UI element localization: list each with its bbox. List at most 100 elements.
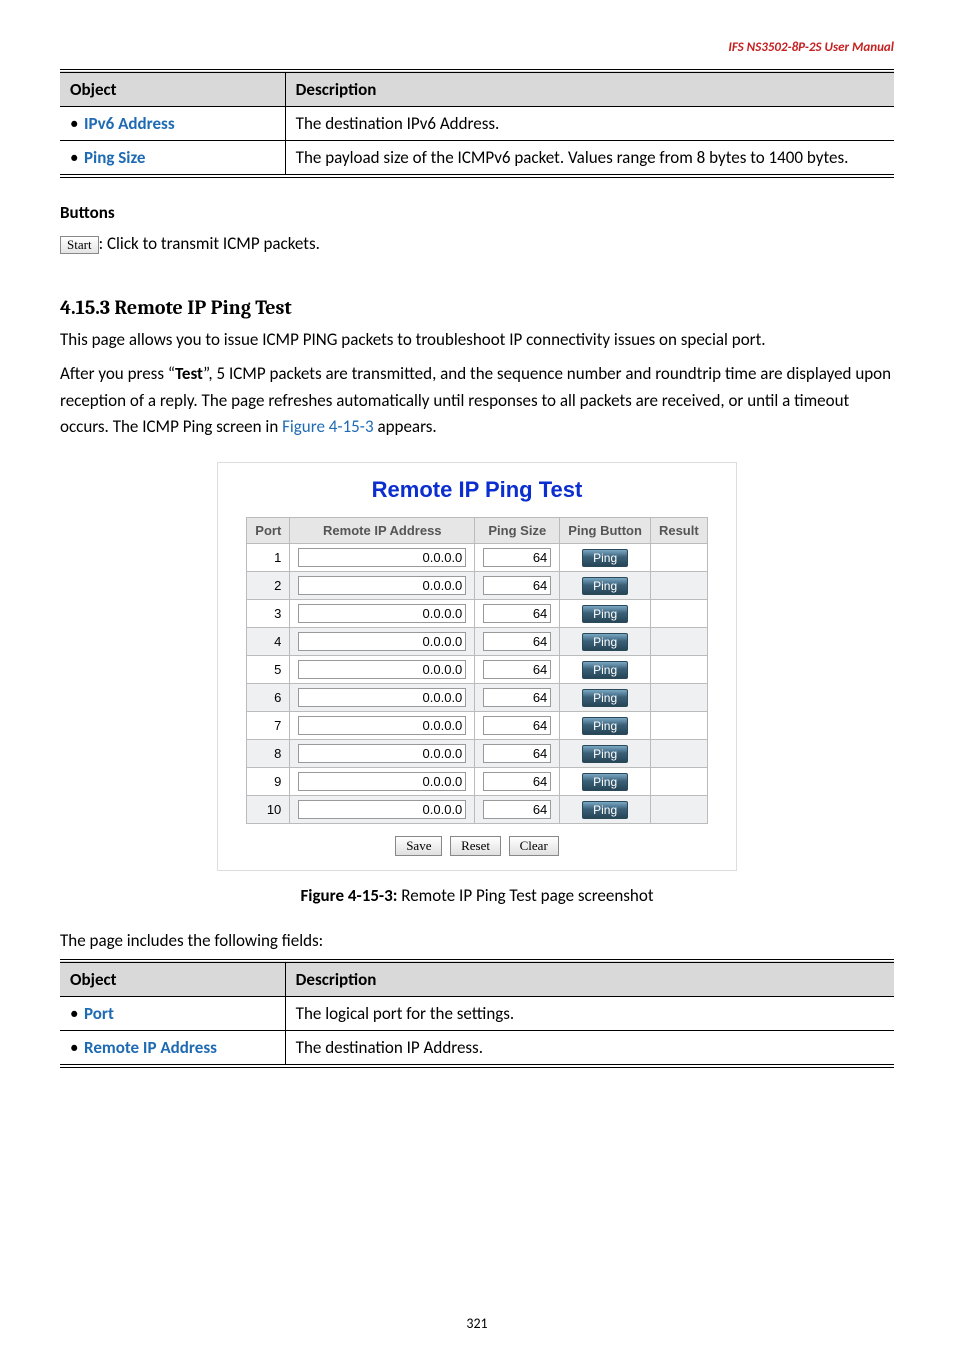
remote-ip-input[interactable]: [298, 716, 466, 735]
ping-size-input[interactable]: [483, 716, 551, 735]
para-1: This page allows you to issue ICMP PING …: [60, 327, 894, 353]
ping-button[interactable]: Ping: [582, 633, 628, 651]
result-cell: [650, 684, 707, 712]
desc-cell: The destination IP Address.: [285, 1030, 894, 1066]
ping-size-input[interactable]: [483, 632, 551, 651]
table-row: 2 Ping: [247, 572, 707, 600]
table-row: •IPv6 Address The destination IPv6 Addre…: [60, 107, 894, 141]
start-desc: : Click to transmit ICMP packets.: [99, 233, 320, 254]
object-desc-table-2: Object Description •Port The logical por…: [60, 959, 894, 1068]
col-description: Description: [285, 961, 894, 997]
section-heading: 4.15.3 Remote IP Ping Test: [60, 296, 894, 319]
ping-col-button: Ping Button: [560, 518, 651, 544]
result-cell: [650, 712, 707, 740]
table-row: 6 Ping: [247, 684, 707, 712]
object-desc-table-1: Object Description •IPv6 Address The des…: [60, 69, 894, 178]
port-cell: 5: [247, 656, 290, 684]
col-object: Object: [60, 71, 285, 107]
port-cell: 3: [247, 600, 290, 628]
result-cell: [650, 768, 707, 796]
remote-ip-input[interactable]: [298, 604, 466, 623]
desc-cell: The destination IPv6 Address.: [285, 107, 894, 141]
desc-cell: The payload size of the ICMPv6 packet. V…: [285, 141, 894, 177]
obj-ipv6-address: IPv6 Address: [84, 113, 175, 134]
table-row: 9 Ping: [247, 768, 707, 796]
port-cell: 7: [247, 712, 290, 740]
ping-button[interactable]: Ping: [582, 549, 628, 567]
table-row: •Ping Size The payload size of the ICMPv…: [60, 141, 894, 177]
remote-ip-input[interactable]: [298, 744, 466, 763]
result-cell: [650, 544, 707, 572]
obj-remote-ip: Remote IP Address: [84, 1037, 217, 1058]
table-row: 8 Ping: [247, 740, 707, 768]
result-cell: [650, 796, 707, 824]
fields-intro: The page includes the following fields:: [60, 928, 894, 954]
port-cell: 9: [247, 768, 290, 796]
ping-col-result: Result: [650, 518, 707, 544]
obj-ping-size: Ping Size: [84, 147, 145, 168]
remote-ip-input[interactable]: [298, 688, 466, 707]
remote-ip-input[interactable]: [298, 548, 466, 567]
ping-button[interactable]: Ping: [582, 745, 628, 763]
ping-size-input[interactable]: [483, 800, 551, 819]
port-cell: 6: [247, 684, 290, 712]
remote-ip-input[interactable]: [298, 632, 466, 651]
remote-ip-input[interactable]: [298, 800, 466, 819]
remote-ip-input[interactable]: [298, 576, 466, 595]
ping-size-input[interactable]: [483, 744, 551, 763]
col-object: Object: [60, 961, 285, 997]
ping-size-input[interactable]: [483, 548, 551, 567]
table-row: •Port The logical port for the settings.: [60, 996, 894, 1030]
figure-caption: Figure 4-15-3: Remote IP Ping Test page …: [60, 885, 894, 906]
table-row: •Remote IP Address The destination IP Ad…: [60, 1030, 894, 1066]
result-cell: [650, 600, 707, 628]
save-button[interactable]: Save: [395, 836, 442, 856]
desc-cell: The logical port for the settings.: [285, 996, 894, 1030]
ping-table: Port Remote IP Address Ping Size Ping Bu…: [246, 517, 707, 824]
table-row: 5 Ping: [247, 656, 707, 684]
ping-button[interactable]: Ping: [582, 661, 628, 679]
remote-ip-input[interactable]: [298, 660, 466, 679]
ping-size-input[interactable]: [483, 772, 551, 791]
ping-col-port: Port: [247, 518, 290, 544]
ping-size-input[interactable]: [483, 660, 551, 679]
table-row: 3 Ping: [247, 600, 707, 628]
col-description: Description: [285, 71, 894, 107]
figure-title: Remote IP Ping Test: [218, 477, 736, 503]
ping-size-input[interactable]: [483, 688, 551, 707]
port-cell: 4: [247, 628, 290, 656]
ping-button[interactable]: Ping: [582, 605, 628, 623]
port-cell: 8: [247, 740, 290, 768]
ping-col-size: Ping Size: [475, 518, 560, 544]
obj-port: Port: [84, 1003, 114, 1024]
table-row: 1Ping: [247, 544, 707, 572]
clear-button[interactable]: Clear: [509, 836, 559, 856]
ping-size-input[interactable]: [483, 576, 551, 595]
reset-button[interactable]: Reset: [450, 836, 501, 856]
figure-panel: Remote IP Ping Test Port Remote IP Addre…: [217, 462, 737, 871]
section-title: Remote IP Ping Test: [114, 296, 291, 319]
buttons-heading: Buttons: [60, 202, 894, 223]
ping-button[interactable]: Ping: [582, 801, 628, 819]
port-cell: 2: [247, 572, 290, 600]
result-cell: [650, 740, 707, 768]
start-button[interactable]: Start: [60, 236, 99, 254]
figure-link[interactable]: Figure 4-15-3: [282, 416, 374, 437]
result-cell: [650, 572, 707, 600]
result-cell: [650, 628, 707, 656]
ping-button[interactable]: Ping: [582, 773, 628, 791]
port-cell: 10: [247, 796, 290, 824]
table-row: 7 Ping: [247, 712, 707, 740]
ping-button[interactable]: Ping: [582, 577, 628, 595]
remote-ip-input[interactable]: [298, 772, 466, 791]
result-cell: [650, 656, 707, 684]
page-number: 321: [0, 1315, 954, 1332]
para-2: After you press “Test”, 5 ICMP packets a…: [60, 361, 894, 440]
ping-size-input[interactable]: [483, 604, 551, 623]
ping-col-ip: Remote IP Address: [290, 518, 475, 544]
table-row: 10 Ping: [247, 796, 707, 824]
table-row: 4 Ping: [247, 628, 707, 656]
ping-button[interactable]: Ping: [582, 717, 628, 735]
ping-button[interactable]: Ping: [582, 689, 628, 707]
section-number: 4.15.3: [60, 296, 114, 319]
